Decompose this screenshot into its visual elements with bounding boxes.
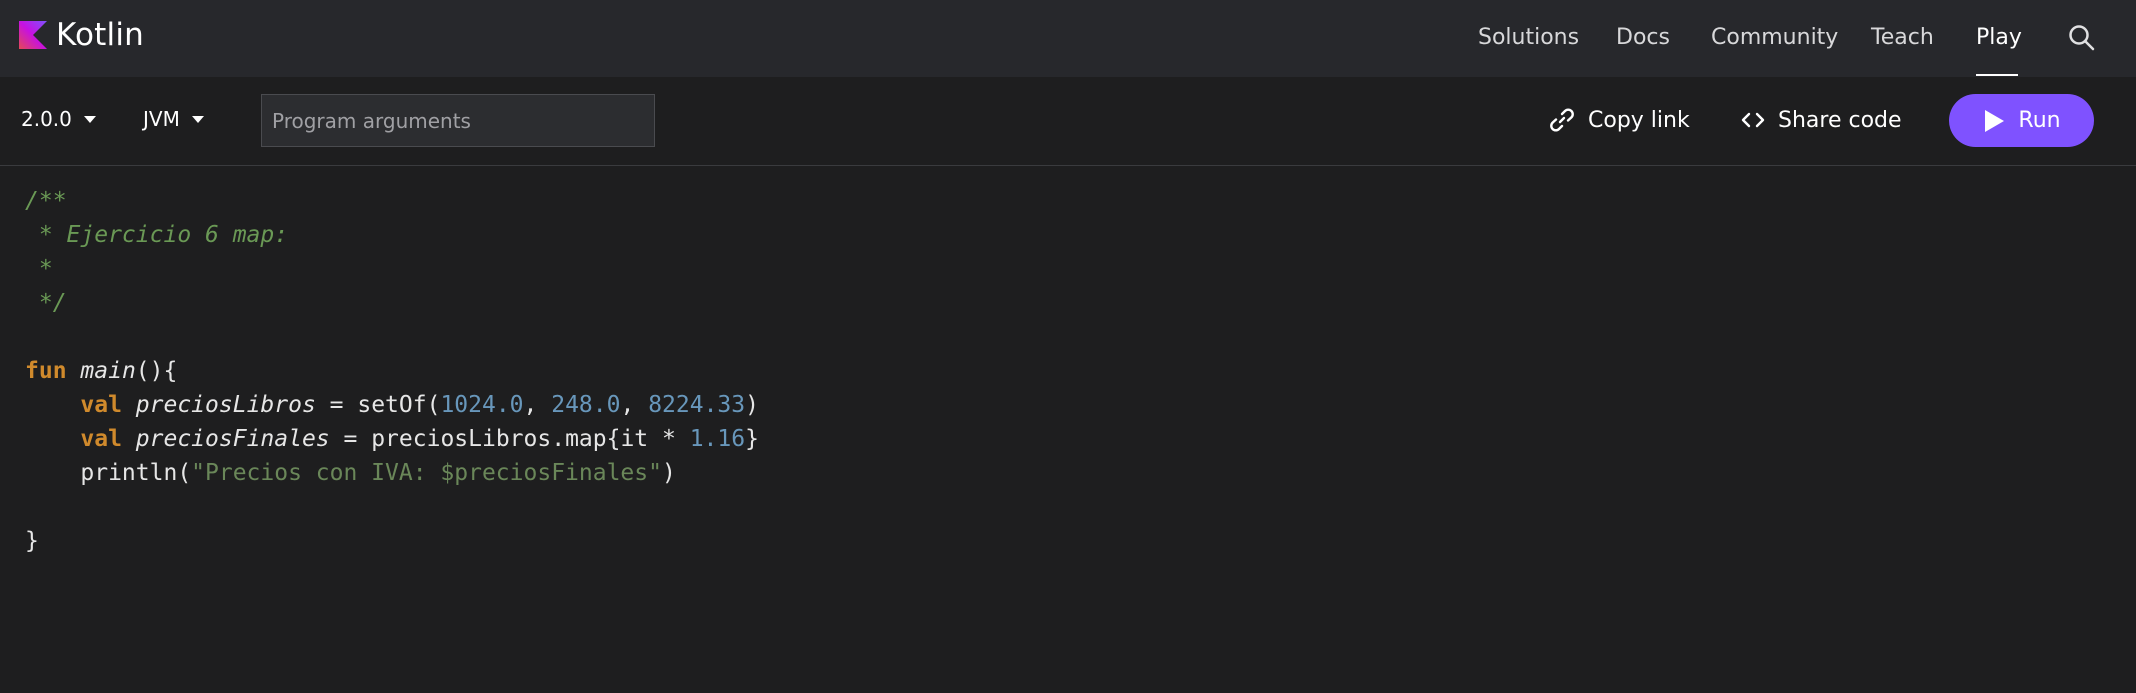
- code-icon: [1741, 112, 1765, 128]
- version-value: 2.0.0: [21, 107, 72, 131]
- share-code-button[interactable]: Share code: [1740, 98, 1902, 142]
- brand-name: Kotlin: [56, 17, 144, 53]
- code-line: println("Precios con IVA: $preciosFinale…: [25, 460, 676, 486]
- active-nav-indicator: [1976, 74, 2018, 76]
- copy-link-label: Copy link: [1588, 107, 1690, 133]
- nav-item-teach[interactable]: Teach: [1871, 20, 1934, 56]
- nav-item-community[interactable]: Community: [1711, 20, 1838, 56]
- search-icon: [2069, 25, 2095, 51]
- run-label: Run: [2018, 108, 2061, 133]
- code-line: *: [25, 256, 53, 282]
- copy-link-button[interactable]: Copy link: [1548, 98, 1690, 142]
- playground-toolbar: 2.0.0 JVM Copy link Share code Run: [0, 77, 2136, 166]
- nav-item-play[interactable]: Play: [1976, 20, 2022, 56]
- chevron-down-icon: [83, 115, 96, 123]
- nav-item-solutions[interactable]: Solutions: [1478, 20, 1579, 56]
- code-line: }: [25, 528, 39, 554]
- version-select[interactable]: 2.0.0: [21, 104, 96, 134]
- search-button[interactable]: [2064, 20, 2100, 56]
- target-value: JVM: [143, 107, 180, 131]
- target-select[interactable]: JVM: [143, 104, 204, 134]
- brand[interactable]: Kotlin: [19, 16, 144, 54]
- code-line: val preciosFinales = preciosLibros.map{i…: [80, 426, 759, 452]
- code-line: * Ejercicio 6 map:: [25, 222, 289, 248]
- code-content[interactable]: /** * Ejercicio 6 map: * */ fun main(){ …: [25, 184, 759, 558]
- code-line: val preciosLibros = setOf(1024.0, 248.0,…: [80, 392, 759, 418]
- top-navigation: Kotlin Solutions Docs Community Teach Pl…: [0, 0, 2136, 77]
- share-code-label: Share code: [1778, 107, 1902, 133]
- code-editor[interactable]: /** * Ejercicio 6 map: * */ fun main(){ …: [0, 166, 2136, 693]
- code-line: */: [25, 290, 67, 316]
- nav-item-docs[interactable]: Docs: [1616, 20, 1670, 56]
- code-line: /**: [25, 188, 67, 214]
- run-button[interactable]: Run: [1949, 94, 2094, 147]
- chevron-down-icon: [191, 115, 204, 123]
- link-icon: [1550, 108, 1574, 132]
- code-line: fun main(){: [25, 358, 178, 384]
- play-icon: [1985, 109, 2005, 132]
- program-arguments-input[interactable]: [261, 94, 655, 147]
- kotlin-logo-icon: [19, 21, 47, 49]
